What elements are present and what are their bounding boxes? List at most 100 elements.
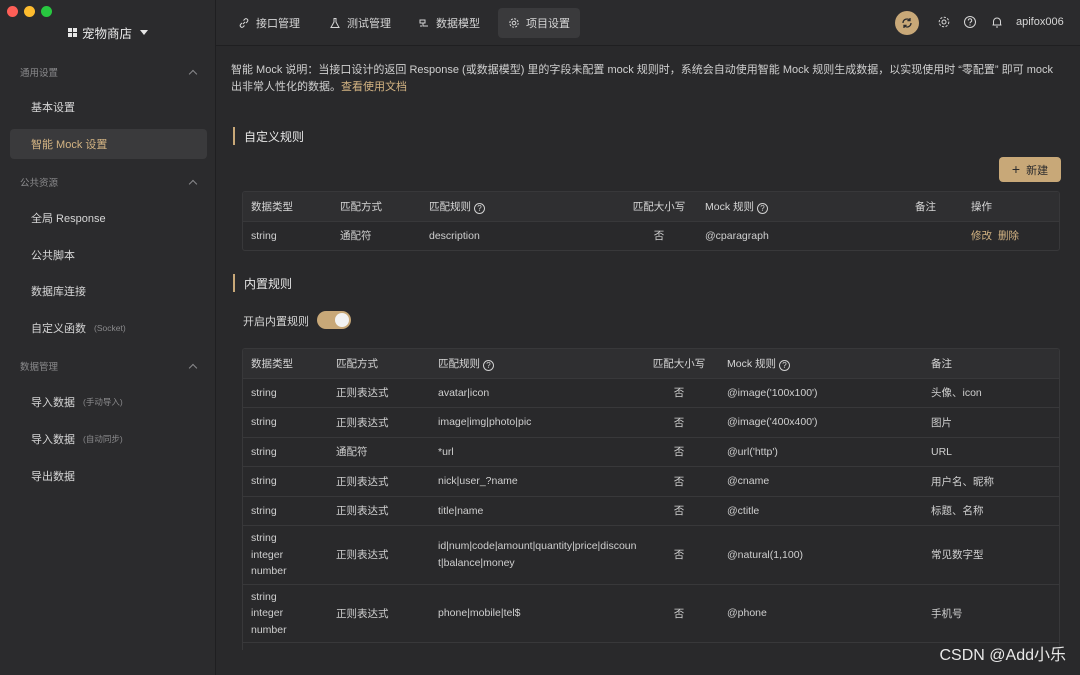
cell-rule: description	[421, 221, 621, 250]
table-header-row: 数据类型 匹配方式 匹配规则? 匹配大小写 Mock 规则? 备注 操作	[243, 192, 1059, 222]
builtin-rules-toggle[interactable]	[317, 311, 351, 329]
sidebar-section-public[interactable]: 公共资源	[20, 174, 198, 190]
edit-link[interactable]: 修改	[971, 230, 992, 242]
minimize-window-button[interactable]	[24, 6, 35, 17]
sidebar-item-smart-mock[interactable]: 智能 Mock 设置	[10, 129, 207, 159]
project-name: 宠物商店	[81, 26, 132, 41]
cell-type: string	[243, 378, 328, 408]
cell-note: URL	[923, 437, 1059, 467]
cell-method: 正则表达式	[328, 584, 430, 643]
question-icon[interactable]: ?	[757, 202, 769, 214]
cell-method: 通配符	[328, 437, 430, 467]
window-controls	[7, 6, 52, 17]
sidebar: 宠物商店 通用设置 基本设置 智能 Mock 设置 公共资源 全局 Respon…	[0, 0, 216, 675]
cell-rule: id|num|code|amount|quantity|price|discou…	[430, 525, 639, 585]
tab-api-management[interactable]: 接口管理	[228, 8, 310, 38]
table-row: string 正则表达式 avatar|icon 否 @image('100x1…	[243, 378, 1059, 408]
project-switcher[interactable]: 宠物商店	[0, 22, 216, 42]
cell-note: 标题、名称	[923, 496, 1059, 526]
sidebar-item-import-auto[interactable]: 导入数据 (自动同步)	[10, 424, 207, 454]
cell-rule: nick|user_?name	[430, 466, 639, 497]
table-row: string 通配符 description 否 @cparagraph 修改删…	[243, 221, 1059, 250]
sidebar-item-label: 导入数据	[31, 397, 75, 409]
sidebar-item-sublabel: (手动导入)	[83, 397, 123, 407]
flask-icon	[330, 18, 340, 28]
tab-test-management[interactable]: 测试管理	[319, 8, 401, 38]
cell-type: string	[243, 466, 328, 497]
tab-label: 数据模型	[436, 18, 480, 30]
cell-type: string	[243, 221, 332, 250]
cell-rule: *url	[430, 437, 639, 467]
cell-mock: @ctitle	[719, 496, 923, 526]
sidebar-item-label: 导入数据	[31, 434, 75, 446]
col-header: 匹配大小写	[621, 192, 697, 222]
builtin-rules-title: 内置规则	[233, 274, 292, 292]
cell-case: 否	[639, 466, 719, 497]
col-header: 数据类型	[243, 349, 328, 379]
cell-type: string	[243, 496, 328, 526]
doc-link[interactable]: 查看使用文档	[341, 81, 407, 93]
sidebar-section-data[interactable]: 数据管理	[20, 358, 198, 374]
sidebar-item-public-scripts[interactable]: 公共脚本	[10, 240, 207, 270]
cell-method: 正则表达式	[328, 525, 430, 585]
model-icon	[419, 19, 428, 27]
delete-link[interactable]: 删除	[998, 230, 1019, 242]
cell-actions: 修改 删除	[963, 221, 1059, 250]
cell-case: 否	[639, 525, 719, 585]
main-content: 智能 Mock 说明：当接口设计的返回 Response (或数据模型) 里的字…	[216, 46, 1080, 675]
sync-button[interactable]	[895, 11, 919, 35]
bell-icon[interactable]	[990, 15, 1004, 29]
cell-note: 用户名、昵称	[923, 466, 1059, 497]
builtin-rules-table: 数据类型 匹配方式 匹配规则? 匹配大小写 Mock 规则? 备注 string…	[242, 348, 1060, 658]
sidebar-item-global-response[interactable]: 全局 Response	[10, 203, 207, 233]
sidebar-item-import-manual[interactable]: 导入数据 (手动导入)	[10, 387, 207, 417]
table-row: string 正则表达式 image|img|photo|pic 否 @imag…	[243, 407, 1059, 438]
cell-mock: @natural(1,100)	[719, 525, 923, 585]
sidebar-item-label: 导出数据	[31, 471, 75, 483]
toggle-knob	[335, 313, 349, 327]
cell-mock: @image('400x400')	[719, 407, 923, 438]
question-icon[interactable]: ?	[779, 359, 791, 371]
app-window: 宠物商店 通用设置 基本设置 智能 Mock 设置 公共资源 全局 Respon…	[0, 0, 1080, 675]
new-rule-button[interactable]: + 新建	[999, 157, 1061, 182]
cell-case: 否	[639, 496, 719, 526]
settings-icon[interactable]	[937, 15, 951, 29]
table-row: string 正则表达式 nick|user_?name 否 @cname 用户…	[243, 466, 1059, 497]
question-icon[interactable]: ?	[474, 202, 485, 214]
tab-label: 项目设置	[526, 18, 570, 30]
cell-case: 否	[639, 407, 719, 438]
sidebar-item-basic-settings[interactable]: 基本设置	[10, 92, 207, 122]
col-header-mock: Mock 规则?	[697, 192, 907, 222]
sidebar-item-sublabel: (Socket)	[94, 323, 126, 333]
col-header-label: 匹配规则	[429, 200, 471, 213]
col-header: 数据类型	[243, 192, 332, 222]
cell-rule: avatar|icon	[430, 378, 639, 408]
section-title: 数据管理	[20, 362, 59, 373]
watermark: CSDN @Add小乐	[939, 647, 1067, 664]
cell-mock: @cname	[719, 466, 923, 497]
tab-data-model[interactable]: 数据模型	[408, 8, 490, 38]
sidebar-section-general[interactable]: 通用设置	[20, 64, 198, 80]
sidebar-item-label: 公共脚本	[31, 250, 75, 262]
help-icon[interactable]	[963, 15, 977, 29]
cell-method: 正则表达式	[328, 378, 430, 408]
close-window-button[interactable]	[7, 6, 18, 17]
col-header-label: Mock 规则	[705, 200, 755, 213]
col-header-label: Mock 规则	[727, 357, 777, 370]
sidebar-item-custom-functions[interactable]: 自定义函数 (Socket)	[10, 313, 207, 343]
col-header: 备注	[907, 192, 963, 222]
cell-mock: @cparagraph	[697, 221, 907, 250]
cell-method: 通配符	[332, 221, 421, 250]
cell-type: string	[243, 407, 328, 438]
username[interactable]: apifox006	[1016, 16, 1064, 28]
tab-project-settings[interactable]: 项目设置	[498, 8, 580, 38]
sidebar-item-sublabel: (自动同步)	[83, 434, 123, 444]
chevron-up-icon	[188, 363, 198, 372]
cell-case: 否	[621, 221, 697, 250]
question-icon[interactable]: ?	[483, 359, 494, 371]
sidebar-item-db-connection[interactable]: 数据库连接	[10, 276, 207, 306]
cell-note: 头像、icon	[923, 378, 1059, 408]
zoom-window-button[interactable]	[41, 6, 52, 17]
sidebar-item-export[interactable]: 导出数据	[10, 461, 207, 491]
cell-note: 手机号	[923, 584, 1059, 643]
